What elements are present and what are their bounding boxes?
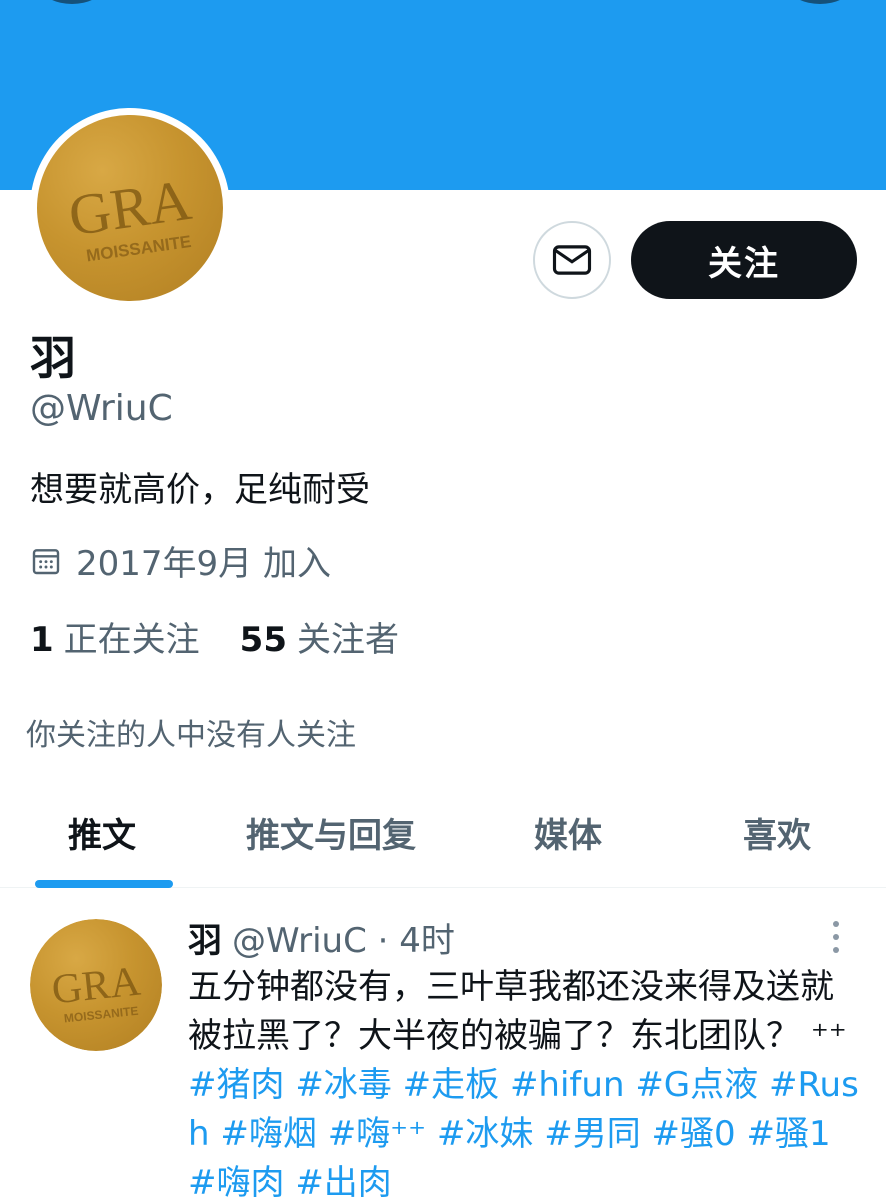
tweet-header: 羽 @WriuC · 4时 bbox=[188, 913, 455, 962]
gra-moissanite-logo: GRA MOISSANITE bbox=[50, 958, 144, 1025]
back-button[interactable] bbox=[42, 0, 102, 4]
hashtag-link[interactable]: #嗨肉 bbox=[188, 1163, 285, 1200]
tweet-time[interactable]: · 4时 bbox=[378, 921, 455, 961]
hashtag-link[interactable]: #骚0 bbox=[652, 1114, 736, 1154]
gra-moissanite-logo: GRA MOISSANITE bbox=[65, 167, 195, 266]
hashtag-link[interactable]: #猪肉 bbox=[188, 1065, 285, 1105]
envelope-icon bbox=[552, 245, 592, 275]
followed-by-note: 你关注的人中没有人关注 bbox=[26, 718, 356, 753]
followers-link[interactable]: 55 关注者 bbox=[240, 612, 399, 661]
profile-handle: @WriuC bbox=[30, 388, 173, 429]
tweet[interactable]: GRA MOISSANITE 羽 @WriuC · 4时 五分钟都没有，三叶草我都… bbox=[0, 889, 886, 1200]
message-button[interactable] bbox=[533, 221, 611, 299]
hashtag-link[interactable]: #骚1 bbox=[746, 1114, 830, 1154]
avatar-image: GRA MOISSANITE bbox=[30, 919, 162, 1051]
tab-tweets-and-replies[interactable]: 推文与回复 bbox=[246, 808, 416, 857]
hashtag-link[interactable]: #G点液 bbox=[635, 1065, 758, 1105]
profile-stats: 1 正在关注 55 关注者 bbox=[30, 612, 399, 661]
tab-media[interactable]: 媒体 bbox=[534, 808, 602, 857]
hashtag-link[interactable]: #冰妹 bbox=[437, 1114, 534, 1154]
tab-tweets[interactable]: 推文 bbox=[68, 808, 136, 857]
tweet-author-name[interactable]: 羽 bbox=[188, 921, 222, 961]
hashtag-link[interactable]: #出肉 bbox=[295, 1163, 392, 1200]
tab-likes[interactable]: 喜欢 bbox=[743, 808, 811, 857]
hashtag-link[interactable]: #男同 bbox=[544, 1114, 641, 1154]
profile-tabs: 推文 推文与回复 媒体 喜欢 bbox=[0, 780, 886, 888]
join-date-text: 2017年9月 加入 bbox=[76, 544, 331, 584]
hashtag-link[interactable]: #嗨烟 bbox=[220, 1114, 317, 1154]
more-options-button[interactable] bbox=[790, 0, 850, 4]
hashtag-link[interactable]: #嗨⁺⁺ bbox=[328, 1114, 426, 1154]
profile-bio: 想要就高价，足纯耐受 bbox=[30, 470, 370, 510]
profile-avatar[interactable]: GRA MOISSANITE bbox=[30, 108, 230, 308]
more-icon[interactable] bbox=[826, 919, 846, 955]
follow-button[interactable]: 关注 bbox=[631, 221, 857, 299]
following-link[interactable]: 1 正在关注 bbox=[30, 612, 200, 661]
hashtag-link[interactable]: #冰毒 bbox=[295, 1065, 392, 1105]
tweet-text: 五分钟都没有，三叶草我都还没来得及送就被拉黑了？大半夜的被骗了？东北团队？ ⁺⁺… bbox=[188, 963, 860, 1200]
tweet-emoji: ⁺⁺ bbox=[810, 1016, 847, 1056]
hashtag-list: #猪肉 #冰毒 #走板 #hifun #G点液 #Rush #嗨烟 #嗨⁺⁺ #… bbox=[188, 1065, 859, 1200]
hashtag-link[interactable]: #hifun bbox=[510, 1065, 625, 1105]
join-date: 2017年9月 加入 bbox=[30, 536, 331, 585]
tweet-author-handle[interactable]: @WriuC bbox=[232, 921, 367, 961]
avatar-image: GRA MOISSANITE bbox=[37, 115, 223, 301]
calendar-icon bbox=[32, 548, 60, 574]
profile-display-name: 羽 bbox=[30, 331, 76, 385]
tweet-avatar[interactable]: GRA MOISSANITE bbox=[30, 919, 162, 1051]
hashtag-link[interactable]: #走板 bbox=[403, 1065, 500, 1105]
tweet-text-main: 五分钟都没有，三叶草我都还没来得及送就被拉黑了？大半夜的被骗了？东北团队？ bbox=[188, 967, 834, 1056]
active-tab-indicator bbox=[35, 880, 173, 888]
